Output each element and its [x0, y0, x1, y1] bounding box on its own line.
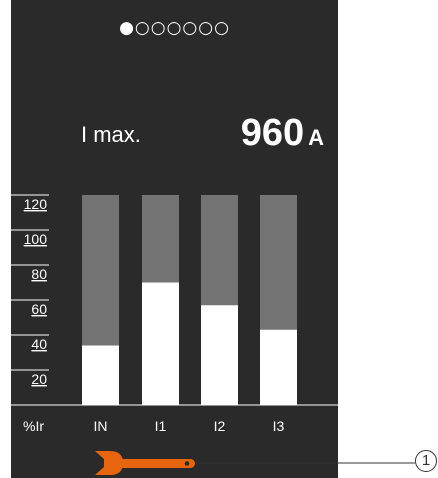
wrench-handle — [115, 459, 195, 468]
bar-in — [82, 345, 119, 405]
wrench-icon[interactable] — [95, 451, 195, 475]
y-axis: 120 100 80 60 40 20 — [11, 194, 49, 387]
bar-i1 — [142, 282, 179, 405]
device-screen: ●○○○○○○ I max. 960 A 120 100 80 60 40 20 %Ir IN… — [11, 0, 338, 478]
x-axis-labels: %Ir IN I1 I2 I3 — [23, 418, 285, 434]
x-axis-unit-label: %Ir — [23, 418, 44, 434]
callout-number: 1 — [415, 450, 437, 472]
bar-i3 — [260, 329, 297, 405]
current-bar-chart: 120 100 80 60 40 20 %Ir IN I1 I2 I3 — [11, 194, 338, 475]
y-tick-label: 40 — [31, 336, 47, 352]
x-tick-label-i3: I3 — [273, 418, 285, 434]
y-tick-label: 100 — [24, 231, 48, 247]
x-tick-label-i1: I1 — [155, 418, 167, 434]
y-tick-label: 120 — [24, 196, 48, 212]
y-tick-label: 80 — [31, 266, 47, 282]
wrench-hole — [184, 461, 190, 466]
x-tick-label-i2: I2 — [214, 418, 226, 434]
x-tick-label-in: IN — [94, 418, 108, 434]
bars — [82, 195, 297, 405]
bar-i2 — [201, 305, 238, 405]
y-tick-label: 60 — [31, 301, 47, 317]
y-tick-label: 20 — [31, 371, 47, 387]
